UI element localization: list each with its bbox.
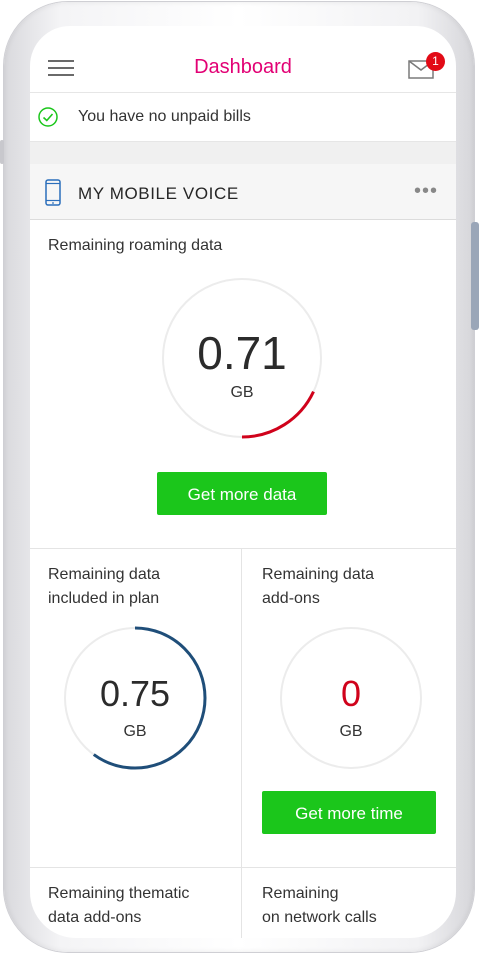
data-tiles-section: Remaining data included in plan 0.75 GB … [30,549,456,868]
plan-data-label: Remaining data included in plan [48,563,160,611]
addons-label-line1: Remaining data [262,566,375,583]
app-screen: Dashboard 1 You have no unpaid bills MY … [30,26,456,938]
notification-badge: 1 [426,52,445,71]
smartphone-icon [45,179,61,206]
page-title: Dashboard [194,56,292,78]
side-button-left [0,140,4,164]
side-button [471,222,479,330]
roaming-unit: GB [230,384,254,401]
check-circle-icon [38,107,58,127]
plan-data-label-line1: Remaining data [48,566,161,583]
more-dots-icon[interactable]: ••• [414,180,438,203]
top-bar: Dashboard 1 [30,26,456,93]
get-more-data-button[interactable]: Get more data [157,472,327,515]
thematic-label-line1: Remaining thematic [48,885,190,902]
get-more-time-button[interactable]: Get more time [262,791,436,834]
plan-data-unit: GB [123,723,147,740]
plan-data-value: 0.75 [99,673,171,714]
card-title: MY MOBILE VOICE [78,184,239,203]
addons-label-line2: add-ons [262,590,320,607]
thematic-label-line2: data add-ons [48,909,142,926]
card-header: MY MOBILE VOICE ••• [30,164,456,220]
thematic-label: Remaining thematic data add-ons [48,882,189,930]
roaming-value: 0.71 [197,327,287,379]
network-calls-label: Remaining on network calls [262,882,377,930]
plan-data-label-line2: included in plan [48,590,160,607]
addons-value: 0 [340,673,362,714]
addons-label: Remaining data add-ons [262,563,374,611]
separator-gap [30,142,456,164]
bills-message: You have no unpaid bills [78,108,251,125]
network-calls-label-line2: on network calls [262,909,377,926]
network-calls-label-line1: Remaining [262,885,339,902]
more-tiles-section: Remaining thematic data add-ons Remainin… [30,868,456,938]
bills-status-row[interactable]: You have no unpaid bills [30,93,456,142]
roaming-data-section: Remaining roaming data 0.71 GB Get more … [30,220,456,549]
addons-unit: GB [339,723,363,740]
roaming-label: Remaining roaming data [48,237,223,254]
